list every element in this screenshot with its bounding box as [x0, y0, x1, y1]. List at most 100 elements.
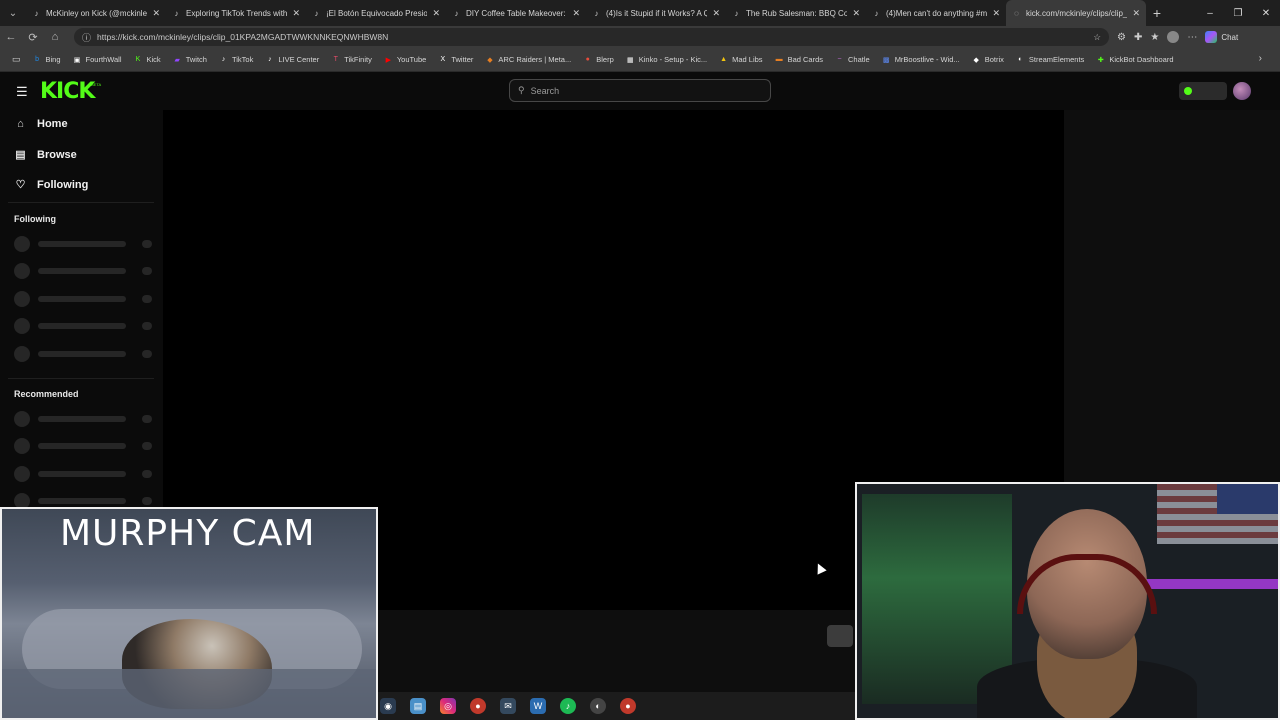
- url-text[interactable]: https://kick.com/mckinley/clips/clip_01K…: [97, 32, 1087, 42]
- bookmark-label: LIVE Center: [278, 55, 320, 64]
- back-icon[interactable]: ←: [0, 26, 22, 48]
- browser-tab[interactable]: ♪ The Rub Salesman: BBQ Come ✕: [726, 0, 866, 26]
- close-tab-icon[interactable]: ✕: [712, 8, 720, 19]
- bookmarks-overflow-icon[interactable]: ›: [1259, 53, 1262, 64]
- toolbar-right: ⚙ ✚ ★ ⋯ Chat: [1117, 31, 1238, 43]
- bookmark-item[interactable]: ✚ KickBot Dashboard: [1090, 55, 1179, 64]
- user-avatar[interactable]: [1233, 82, 1251, 100]
- recorder-icon[interactable]: ◐: [590, 698, 606, 714]
- bing-icon: b: [35, 56, 39, 63]
- bookmark-item[interactable]: ▦ Kinko - Setup - Kic...: [620, 55, 713, 64]
- close-tab-icon[interactable]: ✕: [1132, 8, 1140, 19]
- spotify-icon[interactable]: ♪: [560, 698, 576, 714]
- maximize-icon[interactable]: ❐: [1224, 0, 1252, 26]
- madlibs-icon: ▲: [720, 56, 728, 63]
- bookmark-label: MrBoostlive - Wid...: [894, 55, 960, 64]
- bookmark-item[interactable]: K Kick: [128, 55, 167, 64]
- badcards-icon: ▬: [775, 56, 783, 63]
- botrix-icon: ◆: [973, 56, 979, 64]
- extensions-icon[interactable]: ⚙: [1117, 32, 1126, 43]
- more-menu-icon[interactable]: ⋯: [1187, 32, 1197, 43]
- close-window-icon[interactable]: ✕: [1252, 0, 1280, 26]
- tab-search-icon[interactable]: ⌄: [0, 0, 26, 26]
- search-icon: ⚲: [518, 85, 525, 95]
- sidebar-toggle-icon[interactable]: ▭: [6, 54, 27, 65]
- bookmark-star-icon[interactable]: ☆: [1093, 32, 1101, 43]
- bookmark-item[interactable]: ▣ FourthWall: [67, 55, 128, 64]
- bookmark-item[interactable]: ▶ YouTube: [378, 55, 432, 64]
- bookmark-label: ARC Raiders | Meta...: [498, 55, 572, 64]
- record-icon[interactable]: ●: [620, 698, 636, 714]
- close-tab-icon[interactable]: ✕: [292, 8, 300, 19]
- close-tab-icon[interactable]: ✕: [152, 8, 160, 19]
- home-icon: ⌂: [17, 118, 24, 130]
- bookmark-item[interactable]: ● Blerp: [577, 55, 620, 64]
- browser-tab[interactable]: ♪ Exploring TikTok Trends with Sa ✕: [166, 0, 306, 26]
- obs-icon[interactable]: ●: [470, 698, 486, 714]
- bookmark-item[interactable]: ◆ ARC Raiders | Meta...: [479, 55, 577, 64]
- close-tab-icon[interactable]: ✕: [432, 8, 440, 19]
- close-tab-icon[interactable]: ✕: [992, 8, 1000, 19]
- search-input[interactable]: ⚲ Search: [509, 79, 771, 102]
- bookmark-item[interactable]: ♪ TikTok: [213, 55, 259, 64]
- close-tab-icon[interactable]: ✕: [572, 8, 580, 19]
- bookmark-item[interactable]: ♪ LIVE Center: [259, 55, 325, 64]
- bookmark-item[interactable]: X Twitter: [432, 55, 479, 64]
- favorites-icon[interactable]: ★: [1150, 32, 1159, 43]
- browser-tab[interactable]: ♪ (4)Men can't do anything #men ✕: [866, 0, 1006, 26]
- window-controls: – ❐ ✕: [1196, 0, 1280, 26]
- bookmark-item[interactable]: T TikFinity: [325, 55, 378, 64]
- tiktok-icon: ♪: [174, 8, 179, 18]
- browser-tab[interactable]: ♪ DIY Coffee Table Makeover: Bef ✕: [446, 0, 586, 26]
- browser-tab[interactable]: ♪ ¡El Botón Equivocado Presiona ✕: [306, 0, 446, 26]
- browser-tab[interactable]: ◌ kick.com/mckinley/clips/clip_01 ✕: [1006, 0, 1146, 26]
- tiktok-icon: ♪: [268, 56, 272, 63]
- bookmark-item[interactable]: ▰ Twitch: [167, 55, 213, 64]
- youtube-icon: ▶: [385, 56, 392, 64]
- tab-title: DIY Coffee Table Makeover: Bef: [466, 8, 567, 18]
- loading-button[interactable]: [827, 625, 853, 647]
- bookmark-item[interactable]: ▬ Bad Cards: [769, 55, 829, 64]
- status-toggle[interactable]: [1179, 82, 1227, 100]
- bookmark-label: KickBot Dashboard: [1109, 55, 1174, 64]
- new-tab-button[interactable]: +: [1146, 5, 1168, 21]
- bookmark-label: Twitter: [451, 55, 474, 64]
- minimize-icon[interactable]: –: [1196, 0, 1224, 26]
- loading-icon: ◌: [1014, 8, 1019, 18]
- sidebar-item-home[interactable]: ⌂ Home: [14, 118, 67, 130]
- mail-icon[interactable]: ✉: [500, 698, 516, 714]
- bookmark-item[interactable]: ◆ Botrix: [966, 55, 1010, 64]
- skeleton-item: [14, 236, 154, 252]
- tab-title: McKinley on Kick (@mckinley.tv: [46, 8, 148, 18]
- sidebar-item-browse[interactable]: ▤ Browse: [14, 148, 76, 162]
- site-info-icon[interactable]: ⓘ: [82, 31, 91, 44]
- sidebar-item-following[interactable]: ♡ Following: [14, 178, 89, 192]
- bookmark-item[interactable]: b Bing: [27, 55, 67, 64]
- bookmark-label: StreamElements: [1028, 55, 1085, 64]
- browser-tab[interactable]: ♪ (4)Is it Stupid if it Works? A Qu ✕: [586, 0, 726, 26]
- skeleton-item: [14, 318, 154, 334]
- profile-avatar[interactable]: [1167, 31, 1180, 43]
- bookmark-item[interactable]: ▲ Mad Libs: [713, 55, 768, 64]
- menu-icon[interactable]: ☰: [16, 84, 28, 100]
- home-icon[interactable]: ⌂: [44, 26, 66, 48]
- close-tab-icon[interactable]: ✕: [852, 8, 860, 19]
- reload-icon[interactable]: ⟳: [22, 26, 44, 48]
- copilot-chat-button[interactable]: Chat: [1205, 31, 1238, 43]
- bookmark-label: Kick: [146, 55, 161, 64]
- word-icon[interactable]: W: [530, 698, 546, 714]
- kick-logo[interactable]: KICK: [40, 79, 95, 104]
- bookmark-item[interactable]: ◐ StreamElements: [1010, 55, 1090, 64]
- url-bar[interactable]: ⓘ https://kick.com/mckinley/clips/clip_0…: [74, 28, 1109, 46]
- tab-title: (4)Is it Stupid if it Works? A Qu: [606, 8, 708, 18]
- bookmark-item[interactable]: ~ Chatle: [829, 55, 876, 64]
- puzzle-icon[interactable]: ✚: [1134, 32, 1142, 43]
- instagram-icon[interactable]: ◎: [440, 698, 456, 714]
- bookmark-item[interactable]: ▩ MrBoostlive - Wid...: [876, 55, 966, 64]
- notepad-icon[interactable]: ▤: [410, 698, 426, 714]
- browser-tab[interactable]: ♪ McKinley on Kick (@mckinley.tv ✕: [26, 0, 166, 26]
- chat-label: Chat: [1221, 32, 1239, 42]
- tab-title: (4)Men can't do anything #men: [886, 8, 988, 18]
- steam-icon[interactable]: ◉: [380, 698, 396, 714]
- address-bar-row: ← ⟳ ⌂ ⓘ https://kick.com/mckinley/clips/…: [0, 26, 1280, 48]
